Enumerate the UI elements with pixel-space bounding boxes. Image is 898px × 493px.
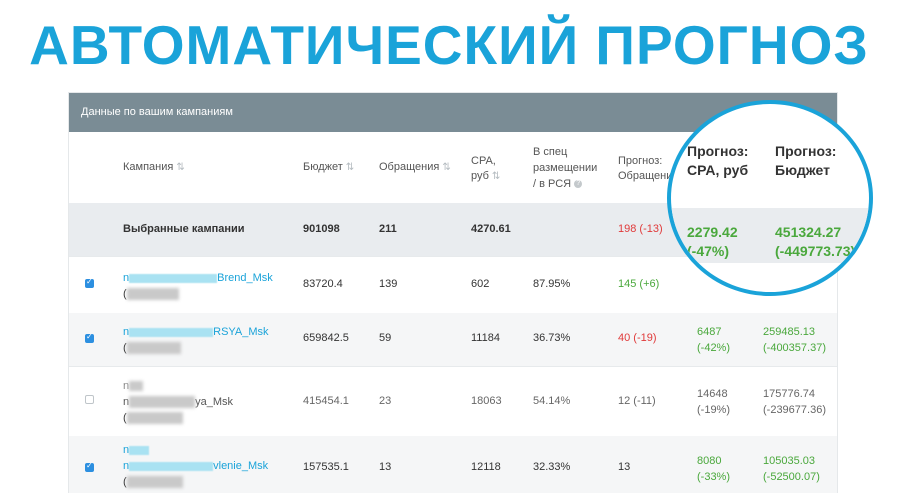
summary-name: Выбранные кампании [123,223,245,235]
row-requests: 13 [379,461,392,473]
row-budget: 659842.5 [303,332,349,344]
row-forecast-cpa: 6487 (-42%) [697,326,731,354]
row-forecast-cpa: 14648 (-19%) [697,388,731,416]
row-forecast-budget: 105035.03 (-52500.07) [763,455,820,483]
row-forecast-requests: 13 [618,461,631,473]
ring-summary-forecast-cpa: 2279.42 (-47%) [687,224,738,259]
row-budget: 415454.1 [303,395,349,407]
redacted-text [129,273,218,283]
campaign-name[interactable]: n n ya_Msk ( [123,378,233,426]
col-campaign[interactable]: Кампания ⇅ [123,161,185,173]
redacted-text [129,327,214,337]
col-budget[interactable]: Бюджет ⇅ [303,161,354,173]
redacted-text [129,396,196,409]
row-checkbox[interactable] [85,332,94,343]
row-budget: 157535.1 [303,461,349,473]
forecast-highlight-circle: Прогноз: CPA, руб Прогноз: Бюджет 2279.4… [667,100,873,296]
summary-budget: 901098 [303,223,340,235]
row-requests: 139 [379,278,398,290]
table-row: n nvlenie_Msk ( 157535.1 13 12118 32.33%… [69,436,837,493]
row-cpa: 11184 [471,332,500,344]
redacted-text [126,288,179,301]
redacted-text [126,476,183,489]
row-placement: 32.33% [533,461,571,473]
row-placement: 54.14% [533,395,571,407]
row-cpa: 602 [471,278,490,290]
ring-col-forecast-cpa: Прогноз: CPA, руб [687,143,749,178]
col-placement[interactable]: В спец размещении / в РСЯ ? [533,144,597,192]
row-placement: 36.73% [533,332,571,344]
redacted-text [129,381,144,392]
sort-icon[interactable]: ⇅ [346,162,354,173]
ring-col-forecast-budget: Прогноз: Бюджет [775,143,837,178]
sort-icon[interactable]: ⇅ [492,171,500,182]
table-row: n n ya_Msk ( 415454.1 23 18063 54.14% 12 … [69,366,837,437]
page-headline: АВТОМАТИЧЕСКИЙ ПРОГНОЗ [29,14,869,76]
campaign-name[interactable]: n RSYA_Msk ( [123,324,269,356]
col-cpa[interactable]: CPA, руб ⇅ [471,154,500,184]
row-forecast-requests: 12 (-11) [618,395,656,407]
redacted-text [129,461,214,471]
row-requests: 23 [379,395,392,407]
sort-icon[interactable]: ⇅ [442,162,450,173]
row-requests: 59 [379,332,392,344]
row-forecast-cpa: 8080 (-33%) [697,455,731,483]
row-forecast-budget: 259485.13 (-400357.37) [763,326,826,354]
row-checkbox[interactable] [85,461,94,472]
ring-summary-forecast-budget: 451324.27 (-449773.73) [775,224,856,259]
col-requests[interactable]: Обращения ⇅ [379,161,451,173]
summary-requests: 211 [379,223,397,235]
redacted-text [126,342,181,355]
row-checkbox[interactable] [85,395,94,404]
campaign-name[interactable]: n n vlenie_Msk ( [123,442,268,490]
campaign-name[interactable]: n Brend_Msk ( [123,270,273,302]
sort-icon[interactable]: ⇅ [176,162,184,173]
row-forecast-requests: 40 (-19) [618,332,657,344]
row-checkbox[interactable] [85,277,94,288]
row-placement: 87.95% [533,278,571,290]
row-cpa: 18063 [471,395,502,407]
row-forecast-budget: 175776.74 (-239677.36) [763,388,826,416]
row-cpa: 12118 [471,461,501,473]
redacted-text [126,412,183,425]
summary-cpa: 4270.61 [471,223,511,235]
table-row: nRSYA_Msk ( 659842.5 59 11184 36.73% 40 … [69,313,837,367]
row-budget: 83720.4 [303,278,343,290]
summary-forecast-requests: 198 (-13) [618,223,663,235]
info-icon[interactable]: ? [574,180,583,189]
redacted-text [129,445,150,455]
row-forecast-requests: 145 (+6) [618,278,660,290]
